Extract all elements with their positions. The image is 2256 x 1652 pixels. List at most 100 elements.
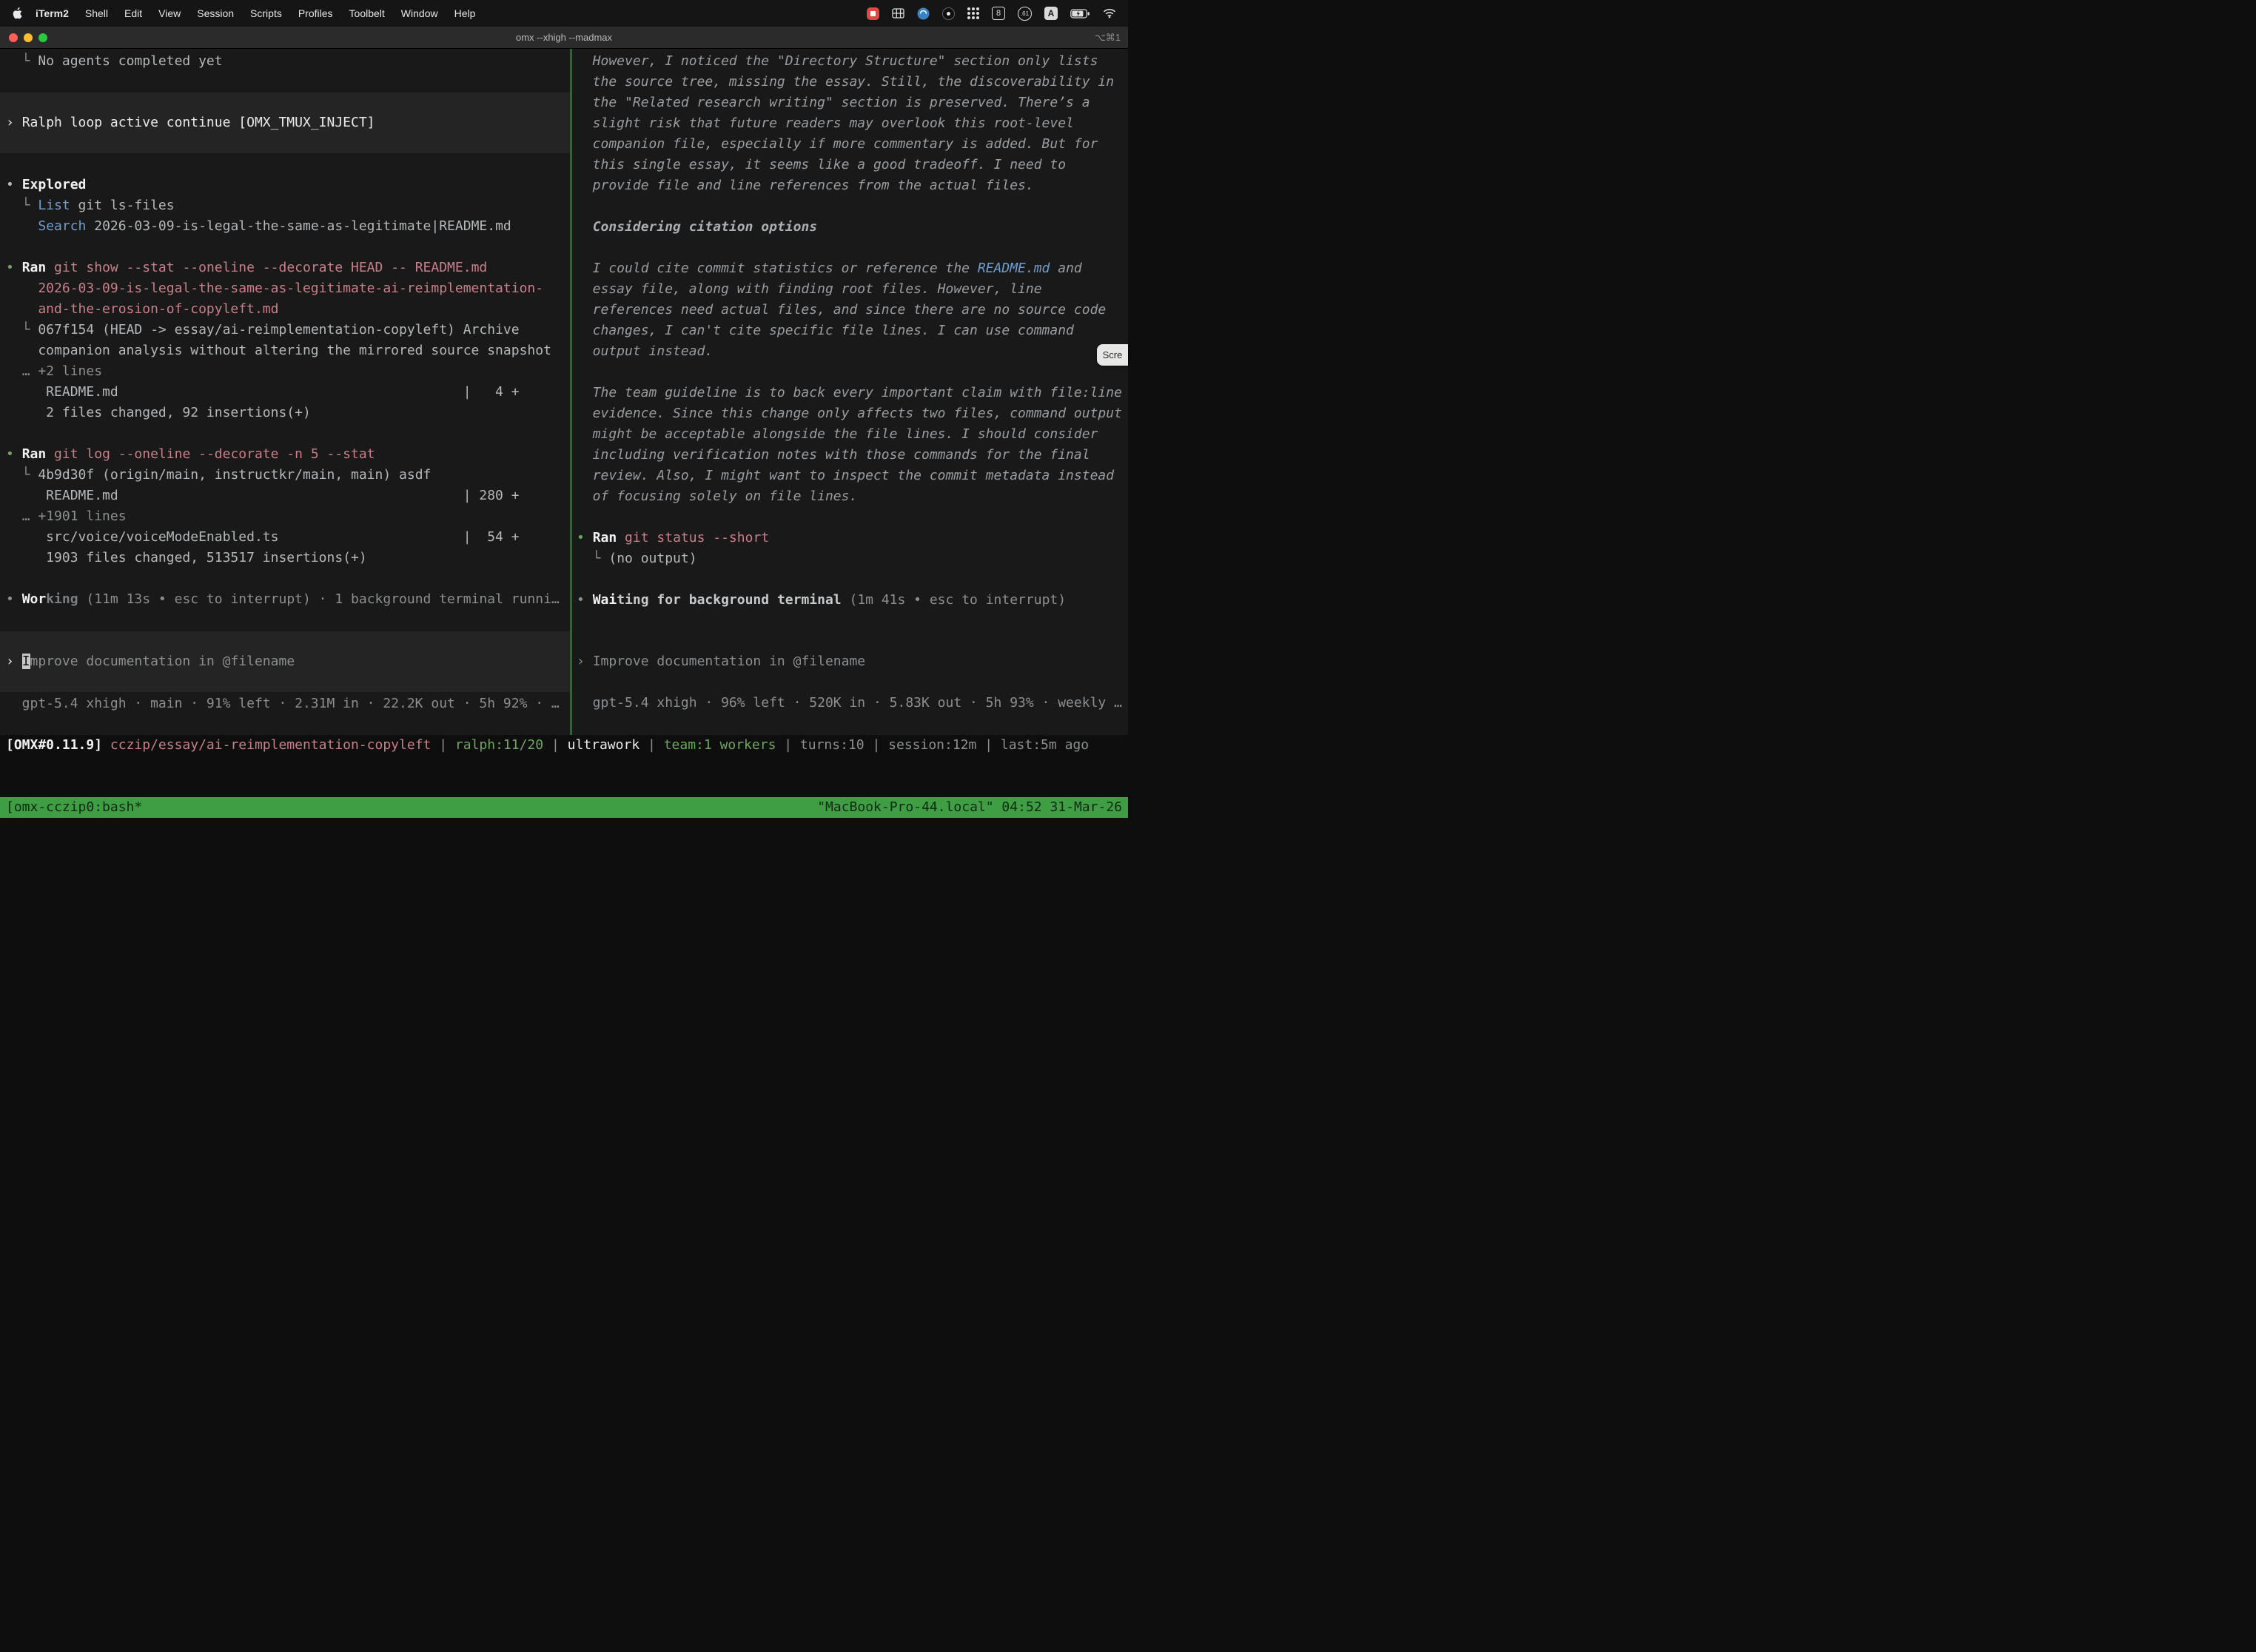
wifi-icon[interactable] [1103,8,1116,19]
text-segment: Considering citation options [593,219,817,235]
meter-61-icon[interactable]: .61 [1018,7,1032,21]
reasoning-text: I could cite commit statistics or refere… [577,258,1128,279]
menu-item-session[interactable]: Session [189,7,242,19]
terminal-line [6,610,570,631]
text-segment: output instead. [577,343,713,359]
reasoning-text: essay file, along with finding root file… [577,279,1128,300]
tmux-session-label: [omx-cczip0:bash* [6,797,142,818]
terminal-line: 2026-03-09-is-legal-the-same-as-legitima… [6,278,570,299]
menu-item-toolbelt[interactable]: Toolbelt [341,7,393,19]
text-segment: 4b9d30f (origin/main, instructkr/main, m… [38,467,431,483]
text-segment: | [543,737,568,753]
text-segment: Wai [593,592,617,608]
apple-logo-icon[interactable] [12,7,27,20]
input-source-icon[interactable]: A [1044,7,1058,20]
text-segment: | [865,737,889,753]
text-segment: › [6,115,22,130]
reasoning-text: the "Related research writing" section i… [577,93,1128,113]
session-status: gpt-5.4 xhigh · 96% left · 520K in · 5.8… [577,693,1128,713]
reasoning-text: might be acceptable alongside the file l… [577,424,1128,445]
text-segment: team:1 workers [664,737,776,753]
text-segment: › [6,654,22,669]
text-segment: last:5m ago [1001,737,1089,753]
text-segment [577,219,593,235]
reasoning-text: changes, I can't cite specific file line… [577,320,1128,341]
text-segment: 2026-03-09-is-legal-the-same-as-legitima… [6,281,543,296]
terminal-line [577,362,1128,383]
terminal-line: 2 files changed, 92 insertions(+) [6,403,570,423]
screen-sharing-tab[interactable]: Scre [1097,344,1128,366]
battery-icon[interactable] [1070,9,1090,19]
grid-icon[interactable] [892,8,904,19]
ran-git-show: • Ran git show --stat --oneline --decora… [6,258,570,278]
terminal-line [6,237,570,258]
text-segment: references need actual files, and since … [577,302,1106,318]
prompt-input[interactable]: › Improve documentation in @filename [0,631,570,692]
text-segment: this single essay, it seems like a good … [577,157,1066,172]
text-segment: › [577,654,593,669]
text-segment: of focusing solely on file lines. [577,488,857,504]
tmux-status-bar: [omx-cczip0:bash* "MacBook-Pro-44.local"… [0,797,1128,818]
text-segment: └ [6,198,38,213]
text-segment: • [6,260,22,275]
menu-item-window[interactable]: Window [393,7,446,19]
text-segment: king [46,591,78,607]
dark-app-icon[interactable] [942,7,955,20]
terminal-line: └ 067f154 (HEAD -> essay/ai-reimplementa… [6,320,570,340]
minimize-button[interactable] [24,33,33,42]
menu-item-view[interactable]: View [150,7,189,19]
terminal-panes: └ No agents completed yet › Ralph loop ac… [0,49,1128,735]
screen-recording-icon[interactable] [867,7,879,20]
reasoning-text: of focusing solely on file lines. [577,486,1128,507]
terminal-line: … +2 lines [6,361,570,382]
prompt-input[interactable]: › Improve documentation in @filename [577,651,1128,672]
text-segment: | [431,737,455,753]
text-segment: Ralph loop active continue [OMX_TMUX_INJ… [22,115,375,130]
text-segment: • [6,177,22,192]
window-title: omx --xhigh --madmax [0,32,1128,43]
text-segment: Wor [22,591,47,607]
close-button[interactable] [9,33,18,42]
dots-grid-icon[interactable] [967,7,979,19]
text-segment: the "Related research writing" section i… [577,95,1090,110]
text-segment: Ran [22,260,47,275]
text-segment: git ls-files [70,198,175,213]
menu-item-help[interactable]: Help [446,7,484,19]
session-status: gpt-5.4 xhigh · main · 91% left · 2.31M … [6,694,570,714]
text-segment: might be acceptable alongside the file l… [577,426,1098,442]
text-segment: The team guideline is to back every impo… [577,385,1122,400]
right-terminal-pane[interactable]: However, I noticed the "Directory Struct… [572,49,1128,735]
terminal-line: companion analysis without altering the … [6,340,570,361]
menu-items: iTerm2ShellEditViewSessionScriptsProfile… [27,7,483,19]
zoom-button[interactable] [38,33,47,42]
menu-item-profiles[interactable]: Profiles [290,7,341,19]
text-segment: 2026-03-09-is-legal-the-same-as-legitima… [86,218,511,234]
text-segment: Improve documentation in @filename [593,654,865,669]
blue-app-icon[interactable] [917,7,930,20]
text-segment [6,508,22,524]
menu-item-edit[interactable]: Edit [116,7,150,19]
text-segment: ralph:11/20 [455,737,543,753]
explored-header: • Explored [6,175,570,195]
left-terminal-pane[interactable]: └ No agents completed yet › Ralph loop ac… [0,49,570,735]
key-8-icon[interactable]: 8 [992,7,1005,20]
menu-item-shell[interactable]: Shell [77,7,116,19]
window-title-bar: omx --xhigh --madmax ⌥⌘1 [0,27,1128,49]
text-segment: • [6,591,22,607]
text-segment: I [22,654,30,669]
menu-item-scripts[interactable]: Scripts [242,7,290,19]
text-segment: provide file and line references from th… [577,178,1034,193]
macos-menu-bar: iTerm2ShellEditViewSessionScriptsProfile… [0,0,1128,27]
terminal-line [6,423,570,444]
text-segment: • [6,446,22,462]
text-segment [46,446,54,462]
text-segment: changes, I can't cite specific file line… [577,323,1074,338]
text-segment: README.md | 4 + [6,384,520,400]
text-segment: Ran [593,530,617,545]
menu-item-iterm2[interactable]: iTerm2 [27,7,77,19]
text-segment: No agents completed yet [38,53,222,69]
text-segment: 1903 files changed, 513517 insertions(+) [6,550,367,565]
reasoning-text: evidence. Since this change only affects… [577,403,1128,424]
text-segment: └ [6,53,38,69]
terminal-line: └ 4b9d30f (origin/main, instructkr/main,… [6,465,570,486]
